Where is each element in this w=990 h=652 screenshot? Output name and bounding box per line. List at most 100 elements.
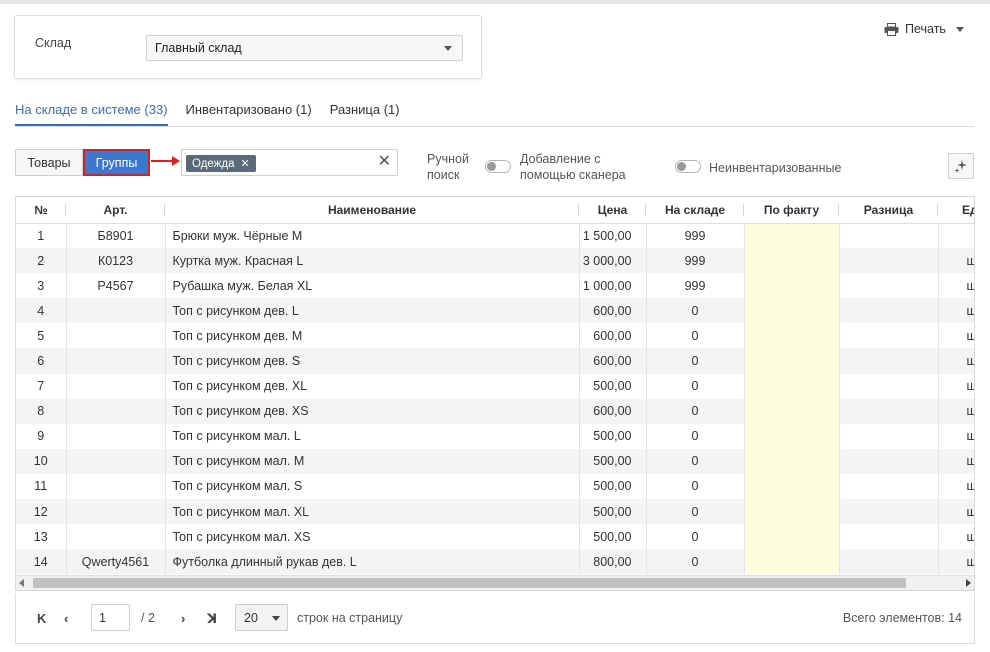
cell-diff — [839, 298, 939, 324]
cell-fact[interactable] — [744, 298, 840, 324]
last-page-icon[interactable]: ꓘ — [207, 611, 217, 627]
warehouse-select-value: Главный склад — [155, 41, 242, 55]
table-row[interactable]: 3Р4567Рубашка муж. Белая XL1 000,00999ш — [16, 273, 974, 299]
cell-num: 9 — [16, 423, 67, 449]
cell-diff — [839, 348, 939, 374]
cell-fact[interactable] — [744, 448, 840, 474]
col-header-name[interactable]: Наименование — [165, 197, 579, 224]
cell-art: Б8901 — [66, 223, 166, 249]
table-row[interactable]: 12Топ с рисунком мал. XL500,000ш — [16, 499, 974, 525]
col-header-price[interactable]: Цена — [579, 197, 646, 224]
cell-fact[interactable] — [744, 223, 840, 249]
horizontal-scrollbar[interactable] — [16, 575, 974, 590]
table-row[interactable]: 4Топ с рисунком дев. L600,000ш — [16, 298, 974, 324]
cell-name: Топ с рисунком мал. S — [165, 473, 580, 500]
tab-difference[interactable]: Разница (1) — [330, 99, 400, 126]
cell-fact[interactable] — [744, 248, 840, 274]
uninventoried-toggle[interactable] — [675, 160, 701, 173]
cell-art — [66, 398, 166, 424]
col-header-unit[interactable]: Ед — [938, 197, 974, 224]
toggle-knob — [677, 162, 686, 171]
cell-num: 6 — [16, 348, 67, 374]
cell-stock: 0 — [646, 423, 745, 449]
filter-tag: Одежда ✕ — [186, 155, 256, 172]
first-page-icon[interactable]: K — [37, 611, 46, 626]
cell-art: Р4567 — [66, 273, 166, 299]
table-row[interactable]: 2К0123Куртка муж. Красная L3 000,00999ш — [16, 248, 974, 274]
vertical-scroll-area[interactable] — [968, 222, 975, 574]
print-button[interactable]: Печать — [884, 22, 964, 36]
cell-art — [66, 298, 166, 324]
cell-num: 13 — [16, 524, 67, 550]
col-header-diff[interactable]: Разница — [839, 197, 938, 224]
scrollbar-thumb[interactable] — [33, 578, 906, 588]
cell-fact[interactable] — [744, 473, 840, 500]
cell-fact[interactable] — [744, 348, 840, 374]
inventory-table: № Арт. Наименование Цена На складе По фа… — [15, 196, 975, 591]
cell-name: Топ с рисунком мал. XS — [165, 524, 580, 550]
cell-price: 600,00 — [579, 398, 647, 424]
table-row[interactable]: 9Топ с рисунком мал. L500,000ш — [16, 423, 974, 449]
manual-search-toggle[interactable] — [485, 160, 511, 173]
table-row[interactable]: 13Топ с рисунком мал. XS500,000ш — [16, 524, 974, 550]
cell-stock: 0 — [646, 398, 745, 424]
printer-icon — [884, 22, 899, 36]
cell-price: 500,00 — [579, 473, 647, 500]
next-page-icon[interactable]: › — [181, 611, 185, 626]
groups-mode-button[interactable]: Группы — [83, 149, 150, 176]
cell-art: К0123 — [66, 248, 166, 274]
table-row[interactable]: 8Топ с рисунком дев. XS600,000ш — [16, 398, 974, 424]
cell-price: 500,00 — [579, 524, 647, 550]
remove-tag-icon[interactable]: ✕ — [240, 157, 249, 170]
cell-fact[interactable] — [744, 398, 840, 424]
prev-page-icon[interactable]: ‹ — [64, 611, 68, 626]
cell-fact[interactable] — [744, 273, 840, 299]
tab-inventoried[interactable]: Инвентаризовано (1) — [186, 99, 312, 126]
table-row[interactable]: 7Топ с рисунком дев. XL500,000ш — [16, 373, 974, 399]
rows-per-page-select[interactable]: 20 — [235, 604, 288, 631]
cell-fact[interactable] — [744, 373, 840, 399]
table-row[interactable]: 6Топ с рисунком дев. S600,000ш — [16, 348, 974, 374]
cell-num: 3 — [16, 273, 67, 299]
table-row[interactable]: 14 Qwerty4561 Футболка длинный рукав дев. … — [16, 549, 974, 575]
cell-fact[interactable] — [744, 549, 840, 575]
cell-price: 1 500,00 — [579, 223, 647, 249]
cell-fact[interactable] — [744, 323, 840, 349]
chevron-down-icon — [955, 26, 964, 32]
goods-mode-button[interactable]: Товары — [15, 149, 83, 176]
scroll-right-icon[interactable] — [966, 579, 971, 587]
col-header-num[interactable]: № — [16, 197, 66, 224]
cell-fact[interactable] — [744, 423, 840, 449]
cell-diff — [839, 398, 939, 424]
cell-num: 8 — [16, 398, 67, 424]
total-pages: / 2 — [141, 611, 155, 625]
cell-art — [66, 473, 166, 500]
cell-fact[interactable] — [744, 524, 840, 550]
clear-icon[interactable]: ✕ — [378, 153, 391, 171]
warehouse-select[interactable]: Главный склад — [146, 35, 463, 61]
group-filter-input[interactable]: Одежда ✕ ✕ — [181, 149, 398, 176]
table-row[interactable]: 5Топ с рисунком дев. M600,000ш — [16, 323, 974, 349]
col-header-stock[interactable]: На складе — [646, 197, 744, 224]
total-elements: Всего элементов: 14 — [842, 611, 962, 625]
cell-fact[interactable] — [744, 499, 840, 525]
scroll-left-icon[interactable] — [19, 579, 24, 587]
tab-in-system[interactable]: На складе в системе (33) — [15, 99, 168, 126]
cell-name: Брюки муж. Чёрные M — [165, 223, 580, 249]
magic-button[interactable] — [948, 153, 974, 179]
cell-name: Топ с рисунком дев. S — [165, 348, 580, 374]
cell-name: Топ с рисунком дев. M — [165, 323, 580, 349]
cell-num: 10 — [16, 448, 67, 474]
col-header-fact[interactable]: По факту — [744, 197, 839, 224]
manual-search-label-line2: поиск — [427, 168, 460, 182]
chevron-down-icon — [444, 46, 452, 51]
table-row[interactable]: 1 Б8901 Брюки муж. Чёрные M1 500,00 999 — [16, 223, 974, 249]
table-row[interactable]: 11Топ с рисунком мал. S500,000ш — [16, 473, 974, 500]
page-number-input[interactable]: 1 — [91, 604, 130, 631]
cell-price: 600,00 — [579, 298, 647, 324]
cell-num: 14 — [16, 549, 67, 575]
cell-name: Топ с рисунком дев. XL — [165, 373, 580, 399]
col-header-art[interactable]: Арт. — [66, 197, 165, 224]
cell-stock: 999 — [646, 248, 745, 274]
table-row[interactable]: 10Топ с рисунком мал. M500,000ш — [16, 448, 974, 474]
